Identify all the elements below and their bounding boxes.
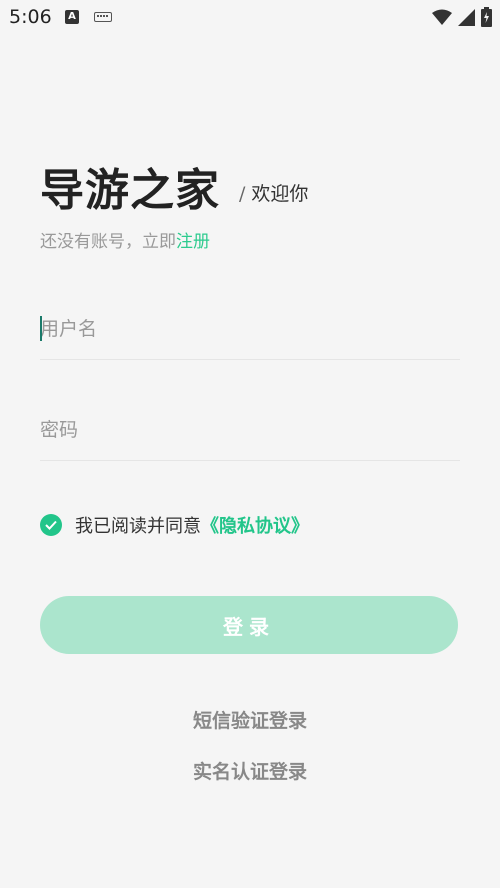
welcome-label: 欢迎你 bbox=[251, 183, 309, 205]
sms-login-link[interactable]: 短信验证登录 bbox=[0, 706, 500, 733]
register-link[interactable]: 注册 bbox=[176, 232, 210, 252]
a-notification-icon: A bbox=[65, 10, 79, 24]
keyboard-icon bbox=[94, 12, 112, 22]
status-time: 5:06 bbox=[9, 6, 52, 28]
register-prompt-text: 还没有账号，立即 bbox=[40, 232, 176, 252]
agreement-text: 我已阅读并同意 bbox=[75, 516, 201, 537]
text-cursor bbox=[40, 316, 42, 341]
username-field[interactable] bbox=[40, 299, 460, 360]
battery-icon bbox=[481, 7, 492, 27]
status-bar: 5:06 A bbox=[0, 0, 500, 34]
username-input[interactable] bbox=[40, 299, 460, 359]
title-separator: / bbox=[239, 183, 246, 205]
privacy-policy-link[interactable]: 《隐私协议》 bbox=[201, 512, 309, 538]
status-right-group bbox=[432, 7, 492, 27]
login-button[interactable]: 登录 bbox=[40, 596, 458, 654]
agreement-row: 我已阅读并同意 《隐私协议》 bbox=[40, 512, 309, 538]
signal-icon bbox=[458, 8, 475, 26]
app-title: 导游之家 bbox=[40, 165, 220, 216]
register-prompt: 还没有账号，立即注册 bbox=[40, 227, 210, 252]
password-field[interactable] bbox=[40, 400, 460, 461]
realname-login-link[interactable]: 实名认证登录 bbox=[0, 757, 500, 784]
welcome-text: / 欢迎你 bbox=[239, 179, 308, 206]
agreement-checkbox[interactable] bbox=[40, 514, 62, 536]
checkmark-icon bbox=[45, 520, 57, 530]
wifi-icon bbox=[432, 9, 452, 26]
password-input[interactable] bbox=[40, 400, 460, 460]
